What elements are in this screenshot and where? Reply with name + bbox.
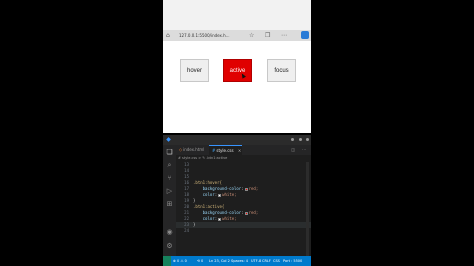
phone-screen: ⌂ 127.0.0.1:5500/index.h... ☆ ❐ ⋯ hover …	[163, 0, 311, 266]
breadcrumb[interactable]: # style.css > ✎ .btn1:active	[178, 156, 227, 160]
minimize-icon[interactable]	[291, 138, 294, 141]
maximize-icon[interactable]	[299, 138, 302, 141]
code-editor[interactable]: 13 14 15 16 .btn1:hover{ 17 background-co…	[176, 162, 311, 256]
vscode-window: ◆ ❏ ⌕ ⑂ ▷ ⊞ ◉ ⚙ ◇index.html #style.css ×…	[163, 135, 311, 266]
more-icon[interactable]: ⋯	[281, 31, 287, 40]
status-position[interactable]: Ln 23, Col 2	[209, 256, 230, 266]
code-line: 20 .btn1:active{	[184, 204, 225, 209]
browser-top-bar	[163, 0, 311, 30]
code-line: 14	[184, 168, 189, 173]
css-selector: .btn1:active{	[193, 204, 225, 209]
tab-label: style.css	[216, 148, 234, 153]
split-editor-icon[interactable]: ◫	[291, 145, 295, 155]
code-line: 22 color: white;	[184, 216, 237, 221]
vscode-titlebar: ◆	[163, 135, 311, 145]
color-swatch-icon	[218, 217, 222, 221]
code-line: 17 background-color: red;	[184, 186, 259, 191]
extensions-icon[interactable]: ⊞	[166, 201, 173, 208]
explorer-icon[interactable]: ❏	[166, 149, 173, 156]
css-selector: .btn1:hover{	[193, 180, 222, 185]
close-icon[interactable]	[306, 138, 309, 141]
vscode-logo-icon: ◆	[166, 136, 171, 143]
code-line: 21 background-color: red;	[184, 210, 259, 215]
tabs-icon[interactable]: ❐	[265, 31, 270, 40]
editor-scrollbar[interactable]	[306, 162, 309, 256]
code-line: 16 .btn1:hover{	[184, 180, 222, 185]
editor-more-icon[interactable]: ⋯	[302, 145, 306, 155]
editor-tabs: ◇index.html #style.css × ◫ ⋯	[176, 145, 311, 155]
home-icon[interactable]: ⌂	[166, 31, 170, 40]
settings-gear-icon[interactable]: ⚙	[166, 243, 173, 250]
status-encoding[interactable]: UTF-8	[251, 256, 261, 266]
hover-button[interactable]: hover	[180, 59, 209, 82]
css-file-icon: #	[212, 148, 216, 153]
status-live-server[interactable]: Port : 5500	[283, 256, 302, 266]
html-file-icon: ◇	[179, 147, 183, 152]
remote-indicator-icon[interactable]	[163, 256, 171, 266]
address-url[interactable]: 127.0.0.1:5500/index.h...	[179, 33, 230, 38]
status-eol[interactable]: CRLF	[262, 256, 271, 266]
status-bar: ⊗ 0 ⚠ 0 ⟲ 0 Ln 23, Col 2 Spaces: 4 UTF-8…	[163, 256, 311, 266]
code-line-current: 23}	[176, 222, 311, 228]
code-line: 13	[184, 162, 189, 167]
status-language[interactable]: CSS	[273, 256, 280, 266]
code-line: 15	[184, 174, 189, 179]
web-page: hover active focus	[163, 41, 311, 135]
tab-style-css[interactable]: #style.css ×	[209, 145, 242, 155]
account-icon[interactable]: ◉	[166, 229, 173, 236]
code-line: 18 color: white;	[184, 192, 237, 197]
tab-index-html[interactable]: ◇index.html	[176, 145, 209, 155]
code-line: 19}	[184, 198, 196, 203]
color-swatch-icon	[244, 211, 248, 215]
tab-close-icon[interactable]: ×	[238, 148, 241, 153]
search-icon[interactable]: ⌕	[166, 162, 173, 169]
color-swatch-icon	[218, 193, 222, 197]
extension-icon[interactable]	[301, 31, 309, 39]
address-bar[interactable]: ⌂ 127.0.0.1:5500/index.h... ☆ ❐ ⋯	[163, 30, 311, 41]
source-control-icon[interactable]: ⑂	[166, 175, 173, 182]
color-swatch-icon	[244, 187, 248, 191]
code-line: 24	[184, 228, 189, 233]
status-errors[interactable]: ⊗ 0 ⚠ 0	[173, 256, 187, 266]
focus-button[interactable]: focus	[267, 59, 296, 82]
focus-button-label: focus	[274, 67, 289, 74]
status-sync[interactable]: ⟲ 0	[197, 256, 203, 266]
run-debug-icon[interactable]: ▷	[166, 188, 173, 195]
active-button[interactable]: active	[223, 59, 252, 82]
hover-button-label: hover	[186, 67, 202, 74]
status-spaces[interactable]: Spaces: 4	[231, 256, 248, 266]
tab-label: index.html	[183, 147, 205, 152]
star-icon[interactable]: ☆	[249, 31, 254, 40]
activity-bar: ❏ ⌕ ⑂ ▷ ⊞ ◉ ⚙	[163, 145, 176, 256]
